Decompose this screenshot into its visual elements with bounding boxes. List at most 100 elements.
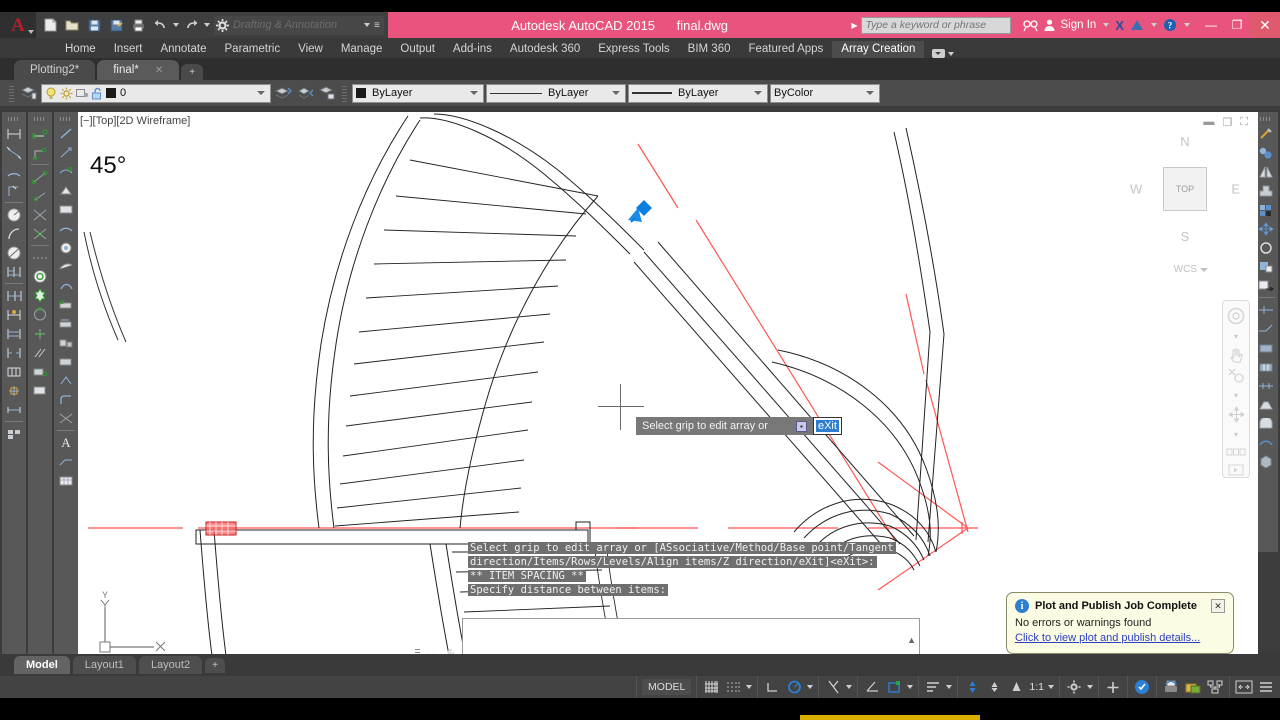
redo-icon[interactable] [181,15,201,35]
viewcube-east-label[interactable]: E [1231,182,1240,197]
extrude-face-icon[interactable] [1256,276,1276,295]
move-icon[interactable] [56,219,76,238]
diameter-dimension-icon[interactable] [4,243,24,262]
autodesk-exchange-icon[interactable]: X [1115,18,1124,33]
search-expand-icon[interactable]: ▶ [851,21,857,30]
baseline-dimension-icon[interactable] [4,262,24,281]
tolerance-icon[interactable] [4,362,24,381]
ucs-selector[interactable]: WCS [1174,264,1208,275]
layer-control-combo[interactable]: 0 [41,83,271,103]
viewcube-south-label[interactable]: S [1181,229,1190,244]
showmotion-icon[interactable] [1225,445,1247,459]
ordinate-dimension-icon[interactable] [4,181,24,200]
orbit-icon[interactable] [1225,406,1247,423]
ribbon-tab-autodesk360[interactable]: Autodesk 360 [501,41,589,58]
circle-icon[interactable] [30,267,50,286]
chevron-down-icon[interactable] [1151,23,1157,27]
hardware-acceleration-icon[interactable] [1104,678,1122,696]
check-solid-icon[interactable] [1256,433,1276,452]
application-menu-button[interactable]: A [0,12,36,38]
command-scroll-up-icon[interactable]: ▲ [907,635,916,645]
fillet-icon[interactable] [56,390,76,409]
stretch-icon[interactable] [56,276,76,295]
color-control-combo[interactable]: ByLayer [352,83,484,103]
viewcube-west-label[interactable]: W [1130,182,1142,197]
scale-dropdown-icon[interactable] [1048,685,1054,689]
grid-display-toggle[interactable] [702,678,720,696]
open-file-icon[interactable] [62,15,82,35]
3d-array-icon[interactable] [1256,200,1276,219]
file-tab-plotting2[interactable]: Plotting2* [14,60,96,80]
rotate-icon[interactable] [56,238,76,257]
multileader-icon[interactable] [56,452,76,471]
close-icon[interactable]: ✕ [155,65,163,76]
taper-face-icon[interactable] [1256,395,1276,414]
dynamic-ucs-toggle[interactable] [885,678,903,696]
slice-icon[interactable] [1256,300,1276,319]
flatshot-icon[interactable] [1256,338,1276,357]
minimize-viewport-icon[interactable]: ▬ [1203,116,1214,129]
make-object-layer-current-icon[interactable] [273,83,293,103]
plotstyle-control-combo[interactable]: ByColor [770,83,880,103]
ribbon-tab-output[interactable]: Output [391,41,444,58]
play-icon[interactable] [1225,463,1247,477]
hatch-icon[interactable] [30,343,50,362]
pan-icon[interactable] [1225,347,1247,364]
ribbon-tab-parametric[interactable]: Parametric [216,41,290,58]
solid-edit-icon[interactable] [1256,357,1276,376]
user-avatar-icon[interactable] [1044,19,1055,31]
save-icon[interactable] [84,15,104,35]
section-plane-icon[interactable] [1256,319,1276,338]
ribbon-tab-featured-apps[interactable]: Featured Apps [739,41,832,58]
ray-icon[interactable] [30,186,50,205]
gradient-icon[interactable] [30,362,50,381]
undo-icon[interactable] [150,15,170,35]
new-file-icon[interactable] [40,15,60,35]
workspace-menu-icon[interactable]: ≡ [374,20,380,31]
3d-align-icon[interactable] [1256,181,1276,200]
dimension-break-icon[interactable] [4,343,24,362]
minimize-button[interactable]: — [1198,12,1224,38]
shell-icon[interactable] [1256,414,1276,433]
center-mark-icon[interactable] [4,381,24,400]
autoscale-toggle[interactable] [1007,678,1025,696]
inspect-dimension-icon[interactable] [4,400,24,419]
sign-in-button[interactable]: Sign In [1061,19,1097,31]
viewcube-north-label[interactable]: N [1180,134,1189,149]
chevron-down-icon[interactable] [866,91,874,95]
new-file-tab-button[interactable]: + [181,64,204,80]
clean-screen-icon[interactable] [1235,678,1253,696]
toolbar-drag-handle[interactable] [60,117,72,121]
3d-object-icon[interactable] [1256,452,1276,471]
xline-icon[interactable] [30,205,50,224]
search-input[interactable] [860,16,1011,34]
join-icon[interactable] [56,352,76,371]
linetype-control-combo[interactable]: ByLayer [486,83,626,103]
chevron-down-icon[interactable] [470,91,478,95]
workspace-dropdown-icon[interactable] [1087,685,1093,689]
break-icon[interactable] [56,333,76,352]
3d-rotate-icon[interactable] [1256,238,1276,257]
ribbon-tab-manage[interactable]: Manage [332,41,392,58]
osnap-dropdown-icon[interactable] [846,685,853,689]
chevron-down-icon[interactable]: ▾ [1225,329,1247,343]
chevron-down-icon[interactable] [257,91,265,95]
line-icon[interactable] [30,124,50,143]
toolbar-drag-handle[interactable] [34,117,46,121]
dynamic-input-field[interactable]: eXit [812,417,842,435]
dynamic-input-expand-icon[interactable]: ▪ [795,420,807,432]
close-icon[interactable]: ✕ [1211,599,1225,613]
layer-previous-icon[interactable] [295,83,315,103]
imprint-icon[interactable] [1256,376,1276,395]
3d-mirror-icon[interactable] [1256,162,1276,181]
lineweight-toggle[interactable] [963,678,981,696]
dynamic-input-toggle[interactable] [924,678,942,696]
zoom-extents-icon[interactable] [1225,368,1247,384]
external-reference-icon[interactable] [1206,678,1224,696]
plot-icon[interactable] [128,15,148,35]
dimension-space-icon[interactable] [4,324,24,343]
point-icon[interactable] [30,224,50,243]
erase-icon[interactable] [56,124,76,143]
restore-viewport-icon[interactable]: ❐ [1222,116,1232,129]
layer-properties-manager-icon[interactable] [19,83,39,103]
